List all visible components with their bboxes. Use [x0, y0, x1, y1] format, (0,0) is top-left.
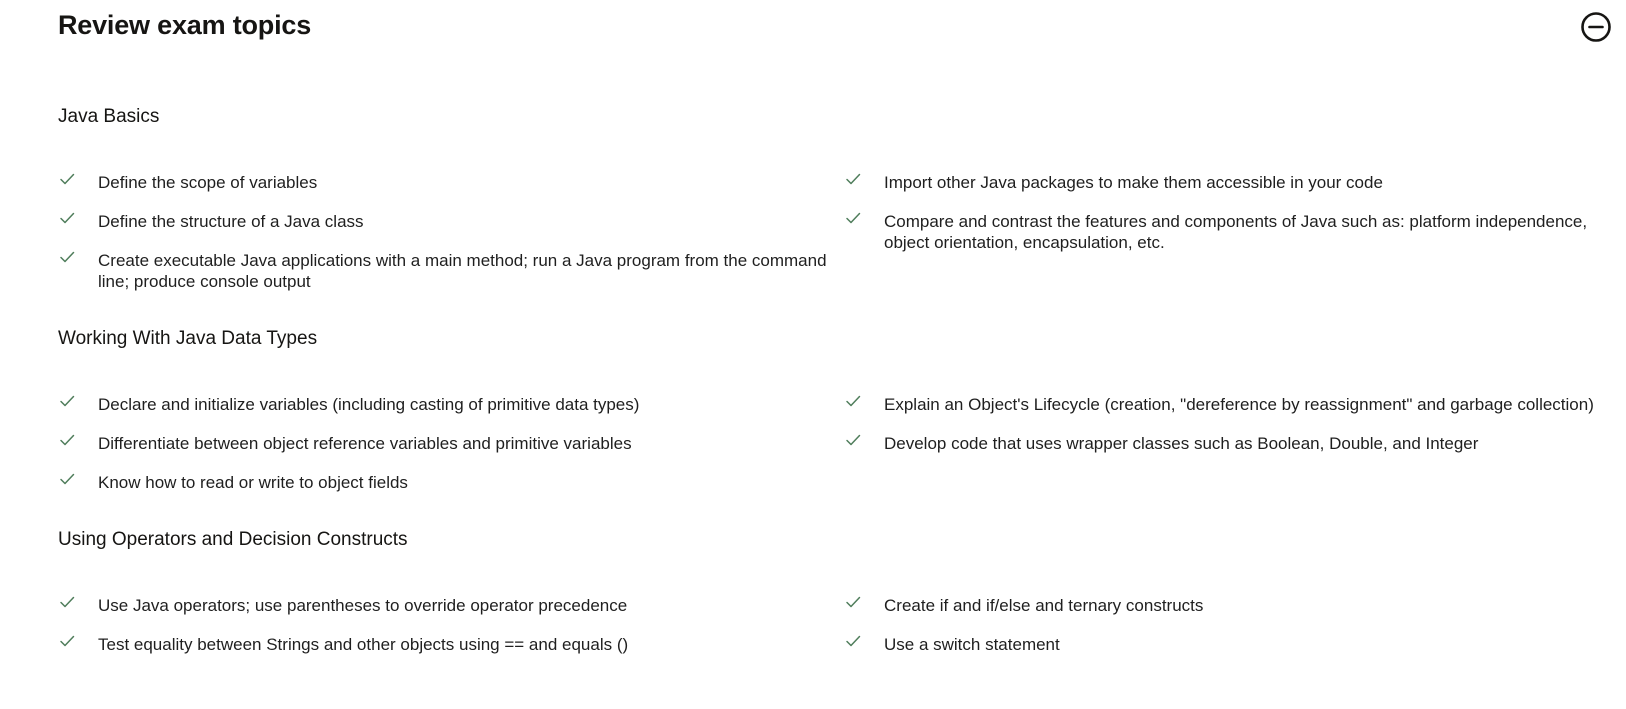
checkmark-icon [845, 633, 861, 649]
panel-header: Review exam topics [58, 0, 1611, 60]
topic-text: Use a switch statement [884, 635, 1060, 654]
section-title: Working With Java Data Types [58, 328, 318, 349]
checkmark-icon [845, 594, 861, 610]
topic-text: Develop code that uses wrapper classes s… [884, 434, 1479, 453]
section-java-basics: Java Basics Define the scope of variable… [58, 106, 1598, 310]
checkmark-icon [845, 171, 861, 187]
page-title: Review exam topics [58, 10, 312, 40]
checkmark-icon [59, 249, 75, 265]
topic-text: Import other Java packages to make them … [884, 173, 1383, 192]
list-item: Test equality between Strings and other … [58, 634, 844, 655]
list-item: Use Java operators; use parentheses to o… [58, 595, 844, 616]
list-item: Define the structure of a Java class [58, 211, 844, 232]
checkmark-icon [59, 210, 75, 226]
topic-text: Compare and contrast the features and co… [884, 212, 1588, 252]
topic-list: Declare and initialize variables (includ… [58, 394, 844, 493]
list-item: Differentiate between object reference v… [58, 433, 844, 454]
topic-text: Create executable Java applications with… [98, 251, 827, 291]
collapse-button[interactable] [1580, 11, 1612, 43]
list-item: Develop code that uses wrapper classes s… [844, 433, 1598, 454]
checkmark-icon [59, 471, 75, 487]
topic-columns: Declare and initialize variables (includ… [58, 394, 1598, 511]
topic-list: Explain an Object's Lifecycle (creation,… [844, 394, 1598, 454]
topic-text: Differentiate between object reference v… [98, 434, 632, 453]
checkmark-icon [59, 393, 75, 409]
list-item: Declare and initialize variables (includ… [58, 394, 844, 415]
section-operators-decision-constructs: Using Operators and Decision Constructs … [58, 529, 1598, 673]
list-item: Explain an Object's Lifecycle (creation,… [844, 394, 1598, 415]
topic-text: Declare and initialize variables (includ… [98, 395, 640, 414]
checkmark-icon [59, 633, 75, 649]
checkmark-icon [845, 432, 861, 448]
topic-list: Import other Java packages to make them … [844, 172, 1598, 253]
topic-text: Create if and if/else and ternary constr… [884, 596, 1204, 615]
minus-circle-icon [1581, 12, 1611, 42]
section-java-data-types: Working With Java Data Types Declare and… [58, 328, 1598, 511]
list-item: Create executable Java applications with… [58, 250, 844, 292]
list-item: Compare and contrast the features and co… [844, 211, 1598, 253]
checkmark-icon [59, 432, 75, 448]
topic-columns: Use Java operators; use parentheses to o… [58, 595, 1598, 673]
topic-text: Test equality between Strings and other … [98, 635, 629, 654]
topic-text: Know how to read or write to object fiel… [98, 473, 408, 492]
checkmark-icon [845, 210, 861, 226]
list-item: Create if and if/else and ternary constr… [844, 595, 1598, 616]
topic-list: Use Java operators; use parentheses to o… [58, 595, 844, 655]
section-title: Using Operators and Decision Constructs [58, 529, 408, 550]
checkmark-icon [845, 393, 861, 409]
list-item: Know how to read or write to object fiel… [58, 472, 844, 493]
topic-text: Define the structure of a Java class [98, 212, 364, 231]
list-item: Import other Java packages to make them … [844, 172, 1598, 193]
checkmark-icon [59, 171, 75, 187]
topic-text: Explain an Object's Lifecycle (creation,… [884, 395, 1594, 414]
checkmark-icon [59, 594, 75, 610]
topic-list: Create if and if/else and ternary constr… [844, 595, 1598, 655]
topic-text: Use Java operators; use parentheses to o… [98, 596, 628, 615]
exam-topics-panel: Review exam topics Java Basics Define th… [58, 0, 1611, 673]
topic-columns: Define the scope of variables Define the… [58, 172, 1598, 310]
list-item: Use a switch statement [844, 634, 1598, 655]
topic-list: Define the scope of variables Define the… [58, 172, 844, 292]
topic-text: Define the scope of variables [98, 173, 318, 192]
list-item: Define the scope of variables [58, 172, 844, 193]
section-title: Java Basics [58, 106, 160, 127]
